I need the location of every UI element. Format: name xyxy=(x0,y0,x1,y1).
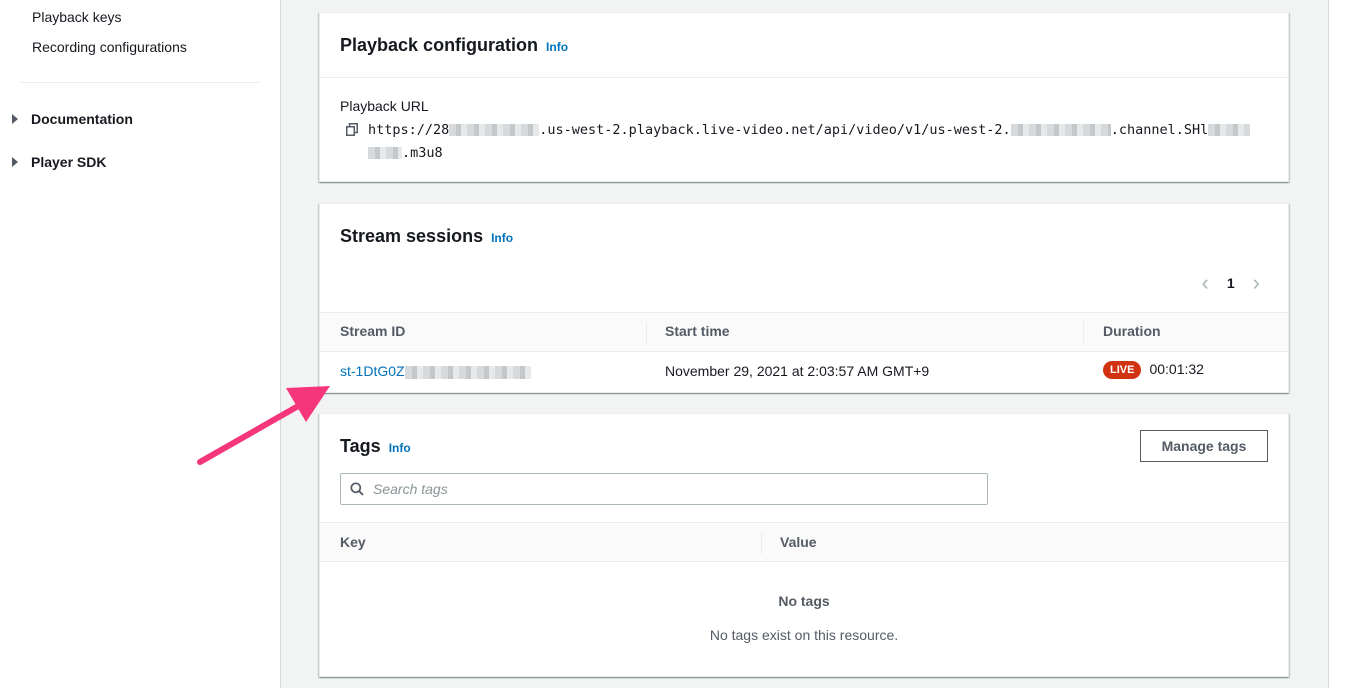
manage-tags-button[interactable]: Manage tags xyxy=(1140,430,1268,462)
sidebar-divider xyxy=(20,82,260,83)
empty-state-title: No tags xyxy=(778,593,830,609)
search-tags-input[interactable]: Search tags xyxy=(340,473,988,505)
stream-sessions-title: Stream sessions xyxy=(340,226,484,246)
divider xyxy=(320,77,1288,78)
url-segment: .channel.SHl xyxy=(1110,122,1209,138)
tags-title: Tags xyxy=(340,436,381,456)
search-icon xyxy=(350,482,364,496)
copy-icon[interactable] xyxy=(346,123,358,136)
annotation-arrow-icon xyxy=(197,386,330,465)
table-row: st-1DtG0Z xyxy=(340,363,531,379)
column-header-key[interactable]: Key xyxy=(340,534,366,550)
start-time-value: November 29, 2021 at 2:03:57 AM GMT+9 xyxy=(665,363,930,379)
column-header-stream-id[interactable]: Stream ID xyxy=(340,323,405,339)
redacted-block xyxy=(1208,124,1251,136)
caret-right-icon xyxy=(12,114,18,124)
right-panel-strip xyxy=(1328,0,1368,688)
chevron-right-icon[interactable]: › xyxy=(1253,272,1260,294)
caret-right-icon xyxy=(12,157,18,167)
url-segment: .m3u8 xyxy=(402,145,443,161)
panel-title: Tags Info xyxy=(340,436,411,457)
divider xyxy=(320,312,1288,313)
redacted-block xyxy=(404,365,531,379)
url-segment: .us-west-2.playback.live-video.net/api/v… xyxy=(539,122,1011,138)
playback-url-label: Playback URL xyxy=(340,98,429,114)
empty-state-description: No tags exist on this resource. xyxy=(709,627,899,643)
info-link[interactable]: Info xyxy=(389,441,411,455)
panel-title: Stream sessions Info xyxy=(340,226,513,247)
playback-configuration-panel: Playback configuration Info Playback URL… xyxy=(319,12,1289,182)
redacted-block xyxy=(368,147,402,159)
sidebar-section-documentation[interactable]: Documentation xyxy=(12,111,133,127)
redacted-block xyxy=(1010,124,1111,136)
duration-cell: LIVE 00:01:32 xyxy=(1103,361,1204,380)
sidebar-item-playback-keys[interactable]: Playback keys xyxy=(32,9,121,25)
sidebar-section-label: Player SDK xyxy=(31,154,107,170)
sidebar-section-player-sdk[interactable]: Player SDK xyxy=(12,154,106,170)
page-number[interactable]: 1 xyxy=(1227,275,1235,291)
live-status-badge: LIVE xyxy=(1103,361,1142,380)
tags-panel: Tags Info Manage tags Search tags Key Va… xyxy=(319,413,1289,677)
column-header-start-time[interactable]: Start time xyxy=(665,323,730,339)
pagination: ‹ 1 › xyxy=(1202,272,1260,294)
info-link[interactable]: Info xyxy=(546,40,568,54)
chevron-left-icon[interactable]: ‹ xyxy=(1202,272,1209,294)
sidebar-item-recording-configurations[interactable]: Recording configurations xyxy=(32,39,187,55)
playback-config-title: Playback configuration xyxy=(340,35,539,55)
info-link[interactable]: Info xyxy=(491,231,513,245)
column-header-duration[interactable]: Duration xyxy=(1103,323,1161,339)
sidebar-section-label: Documentation xyxy=(31,111,133,127)
search-placeholder: Search tags xyxy=(373,481,448,497)
divider xyxy=(320,351,1288,352)
url-segment: https://28 xyxy=(368,122,450,138)
column-separator xyxy=(761,532,762,554)
column-separator xyxy=(1083,322,1084,344)
panel-title: Playback configuration Info xyxy=(340,35,568,56)
stream-id-link[interactable]: st-1DtG0Z xyxy=(340,363,405,379)
column-header-value[interactable]: Value xyxy=(780,534,817,550)
column-separator xyxy=(646,322,647,344)
stream-sessions-panel: Stream sessions Info ‹ 1 › Stream ID Sta… xyxy=(319,203,1289,393)
duration-value: 00:01:32 xyxy=(1149,361,1204,377)
redacted-block xyxy=(449,124,540,136)
playback-url-value: https://28 .us-west-2.playback.live-video… xyxy=(368,119,1278,165)
sidebar-nav: Playback keys Recording configurations D… xyxy=(0,0,281,688)
divider xyxy=(320,561,1288,562)
